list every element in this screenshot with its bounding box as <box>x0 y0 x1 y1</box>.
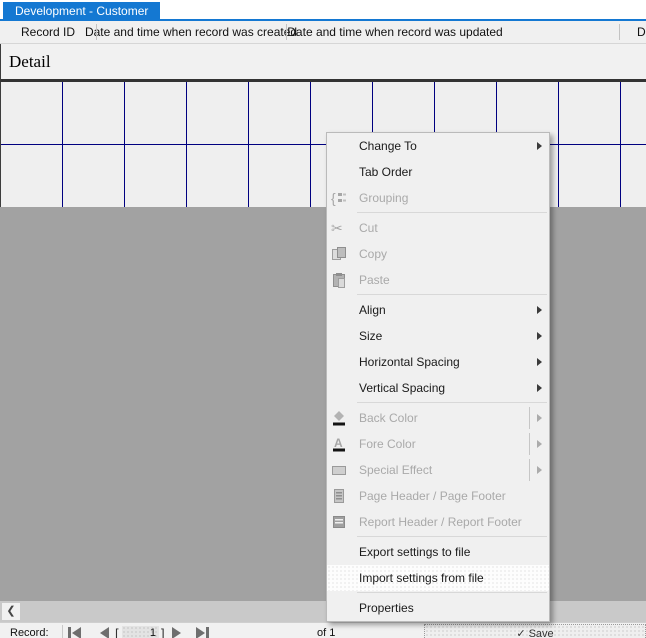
column-separator <box>96 24 97 40</box>
submenu-divider <box>529 433 530 455</box>
context-menu: Change To Tab Order { Grouping ✂ Cut Copy Paste… <box>326 132 550 622</box>
menu-item-label: Cut <box>359 221 378 235</box>
menu-item-paste: Paste <box>327 267 549 293</box>
menu-separator <box>357 294 547 295</box>
menu-item-align[interactable]: Align <box>327 297 549 323</box>
menu-item-label: Special Effect <box>359 463 432 477</box>
previous-record-button[interactable] <box>100 627 109 638</box>
special-effect-icon <box>331 462 347 478</box>
copy-icon <box>331 246 347 262</box>
menu-item-tab-order[interactable]: Tab Order <box>327 159 549 185</box>
submenu-arrow-icon <box>537 466 542 474</box>
menu-item-back-color: Back Color <box>327 405 549 431</box>
menu-item-change-to[interactable]: Change To <box>327 133 549 159</box>
app-window: Development - Customer Record ID Date an… <box>0 0 646 638</box>
menu-item-label: Back Color <box>359 411 418 425</box>
column-header-created[interactable]: Date and time when record was created <box>85 21 297 43</box>
column-separator <box>619 24 620 40</box>
next-record-icon <box>172 627 181 638</box>
page-header-footer-icon <box>331 488 347 504</box>
menu-item-label: Horizontal Spacing <box>359 355 460 369</box>
menu-item-label: Fore Color <box>359 437 416 451</box>
record-navigation-bar: Record: [ 1 ] of 1 ✓ Save <box>0 622 646 638</box>
paste-icon <box>331 272 347 288</box>
menu-separator <box>357 592 547 593</box>
menu-item-page-header-page-footer: Page Header / Page Footer <box>327 483 549 509</box>
submenu-arrow-icon <box>537 306 542 314</box>
back-color-icon <box>331 410 347 426</box>
first-record-icon <box>68 627 71 638</box>
menu-item-copy: Copy <box>327 241 549 267</box>
menu-item-cut: ✂ Cut <box>327 215 549 241</box>
last-record-button[interactable] <box>196 627 209 638</box>
record-count-text: of 1 <box>317 627 335 638</box>
current-record-input[interactable]: 1 <box>122 626 159 638</box>
scroll-left-icon: ❮ <box>6 605 15 617</box>
menu-item-label: Vertical Spacing <box>359 381 445 395</box>
column-header-record-id[interactable]: Record ID <box>21 21 75 43</box>
menu-item-label: Copy <box>359 247 387 261</box>
column-header-clipped[interactable]: D <box>637 21 646 43</box>
next-record-button[interactable] <box>172 627 181 638</box>
first-record-button[interactable] <box>68 627 81 638</box>
submenu-arrow-icon <box>537 332 542 340</box>
section-label: Detail <box>9 52 51 72</box>
menu-item-vertical-spacing[interactable]: Vertical Spacing <box>327 375 549 401</box>
navbar-divider <box>62 625 63 638</box>
submenu-divider <box>529 459 530 481</box>
column-header-updated[interactable]: Date and time when record was updated <box>287 21 502 43</box>
record-box-bracket-left: [ <box>115 626 119 638</box>
check-icon: ✓ <box>516 628 525 638</box>
menu-separator <box>357 536 547 537</box>
scroll-left-button[interactable]: ❮ <box>2 603 20 620</box>
menu-item-label: Properties <box>359 601 414 615</box>
menu-item-horizontal-spacing[interactable]: Horizontal Spacing <box>327 349 549 375</box>
submenu-divider <box>529 407 530 429</box>
menu-separator <box>357 212 547 213</box>
menu-item-label: Grouping <box>359 191 408 205</box>
menu-item-label: Size <box>359 329 382 343</box>
menu-item-label: Report Header / Report Footer <box>359 515 522 529</box>
svg-text:{: { <box>331 190 336 206</box>
menu-item-label: Change To <box>359 139 417 153</box>
menu-item-label: Tab Order <box>359 165 412 179</box>
svg-text:A: A <box>334 436 343 450</box>
submenu-arrow-icon <box>537 384 542 392</box>
menu-item-label: Align <box>359 303 386 317</box>
column-separator <box>286 24 287 40</box>
menu-item-export-settings-to-file[interactable]: Export settings to file <box>327 539 549 565</box>
report-header-footer-icon <box>331 514 347 530</box>
previous-record-icon <box>100 627 109 638</box>
tab-title: Development - Customer <box>15 4 148 18</box>
save-button[interactable]: ✓ Save <box>424 624 646 638</box>
submenu-arrow-icon <box>537 414 542 422</box>
menu-item-fore-color: A Fore Color <box>327 431 549 457</box>
menu-item-size[interactable]: Size <box>327 323 549 349</box>
menu-item-report-header-report-footer: Report Header / Report Footer <box>327 509 549 535</box>
menu-item-special-effect: Special Effect <box>327 457 549 483</box>
record-label: Record: <box>10 627 49 638</box>
grouping-icon: { <box>331 190 347 206</box>
menu-item-label: Paste <box>359 273 390 287</box>
submenu-arrow-icon <box>537 142 542 150</box>
menu-item-grouping: { Grouping <box>327 185 549 211</box>
menu-item-import-settings-from-file[interactable]: Import settings from file <box>327 565 549 591</box>
menu-item-label: Page Header / Page Footer <box>359 489 506 503</box>
section-header-detail[interactable]: Detail <box>0 44 646 82</box>
cut-icon: ✂ <box>331 220 347 236</box>
column-header-row: Record ID Date and time when record was … <box>0 21 646 44</box>
menu-item-label: Export settings to file <box>359 545 470 559</box>
submenu-arrow-icon <box>537 440 542 448</box>
tab-bar: Development - Customer <box>0 0 646 21</box>
fore-color-icon: A <box>331 436 347 452</box>
menu-separator <box>357 402 547 403</box>
record-box-bracket-right: ] <box>161 626 165 638</box>
menu-item-properties[interactable]: Properties <box>327 595 549 621</box>
save-button-label: Save <box>529 628 554 638</box>
svg-text:✂: ✂ <box>331 220 343 236</box>
submenu-arrow-icon <box>537 358 542 366</box>
last-record-icon <box>196 627 205 638</box>
menu-item-label: Import settings from file <box>359 571 484 585</box>
